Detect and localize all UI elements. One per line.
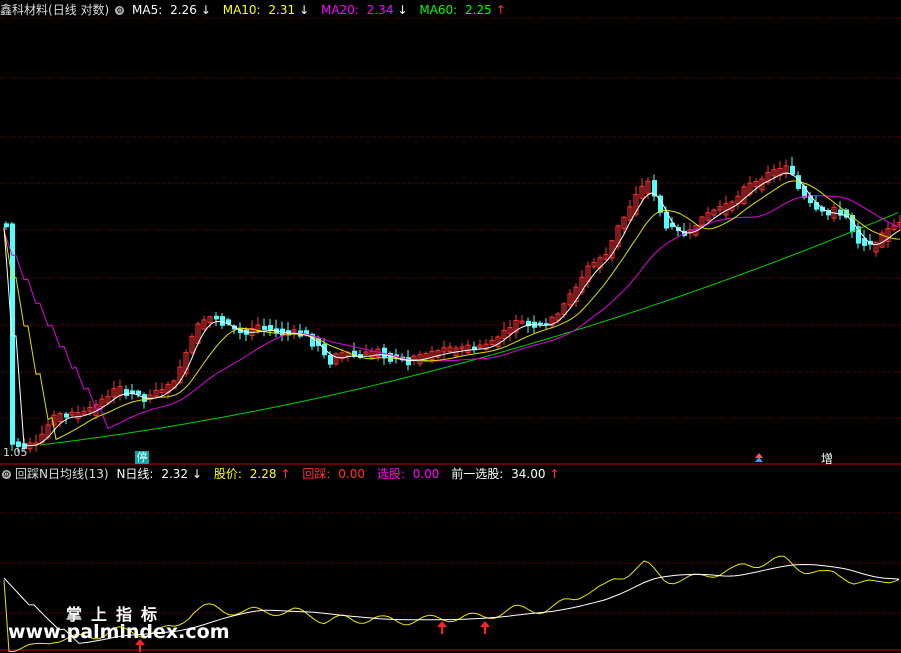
- stock-name[interactable]: 鑫科材料: [0, 3, 48, 17]
- candle-body: [4, 223, 9, 228]
- ma60-readout: MA60: 2.25 ↑: [419, 3, 506, 17]
- up-arrow-icon: ↑: [549, 467, 560, 481]
- watermark-url: www.palmindex.com: [8, 621, 230, 643]
- period-label: (日线 对数): [48, 3, 110, 17]
- up-arrow-icon: ↑: [280, 467, 291, 481]
- candle-body: [214, 315, 219, 320]
- down-arrow-icon: ↓: [192, 467, 203, 481]
- candle-body: [64, 413, 69, 418]
- main-chart-header: 鑫科材料(日线 对数) ⚙ MA5: 2.26 ↓ MA10: 2.31 ↓ MA20…: [0, 2, 514, 18]
- select-readout: 选股: 0.00: [376, 467, 440, 481]
- indicator-header: ⚙ 回踩N日均线(13) N日线: 2.32 ↓ 股价: 2.28 ↑ 回踩: 0.0…: [0, 466, 568, 482]
- down-arrow-icon: ↓: [200, 3, 211, 17]
- candle-body: [328, 354, 333, 365]
- candle-body: [406, 357, 411, 366]
- chart-canvas[interactable]: [0, 0, 901, 653]
- settings-icon[interactable]: ⚙: [115, 6, 125, 15]
- candle-body: [124, 389, 129, 396]
- ma10-line: [3, 180, 901, 441]
- pullback-readout: 回踩: 0.00: [302, 467, 365, 481]
- candle-body: [538, 322, 543, 325]
- grid-lines: [0, 17, 901, 651]
- ma60-line: [39, 212, 899, 446]
- ma5-readout: MA5: 2.26 ↓: [132, 3, 211, 17]
- candle-body: [136, 390, 141, 395]
- candle-body: [10, 223, 15, 445]
- down-arrow-icon: ↓: [299, 3, 310, 17]
- candle-body: [262, 325, 267, 330]
- ma10-readout: MA10: 2.31 ↓: [222, 3, 310, 17]
- indicator-name[interactable]: 回踩N日均线(13): [15, 467, 109, 481]
- settings-icon[interactable]: ⚙: [2, 470, 11, 479]
- suspend-badge[interactable]: 停: [135, 451, 149, 464]
- event-marker-icon: [755, 453, 763, 462]
- price-readout: 股价: 2.28 ↑: [213, 467, 291, 481]
- up-arrow-icon: ↑: [495, 3, 506, 17]
- candle-body: [268, 325, 273, 330]
- increase-badge[interactable]: 增: [821, 450, 833, 467]
- ma20-readout: MA20: 2.34 ↓: [321, 3, 408, 17]
- date-marker-label: 1.05: [3, 446, 28, 459]
- down-arrow-icon: ↓: [397, 3, 408, 17]
- candle-body: [220, 316, 225, 326]
- candlesticks: [4, 156, 901, 453]
- candle-body: [790, 165, 795, 175]
- n-line-readout: N日线: 2.32 ↓: [116, 467, 203, 481]
- prev-select-readout: 前一选股: 34.00 ↑: [451, 467, 560, 481]
